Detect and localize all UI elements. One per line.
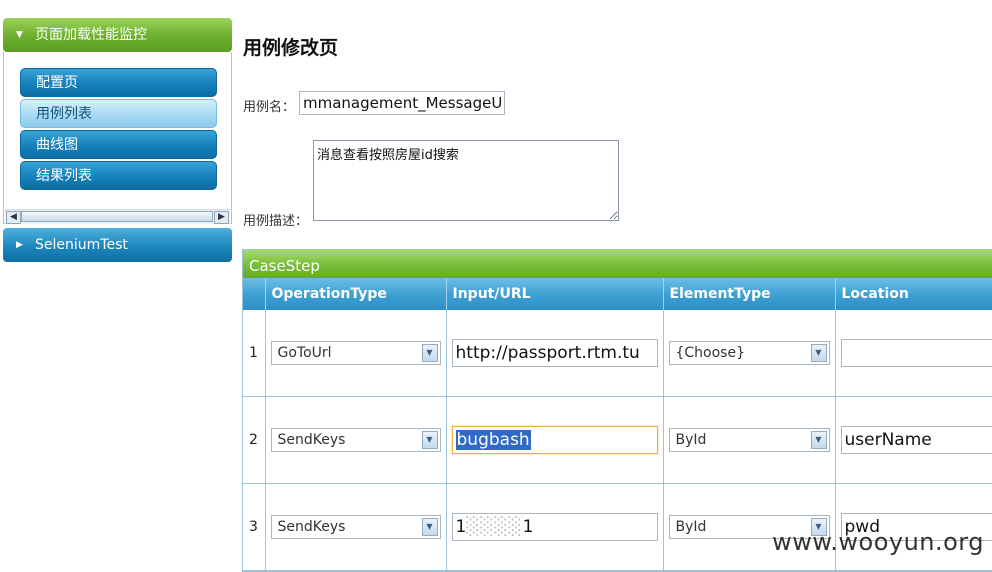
caret-right-icon: ▶ <box>16 228 23 262</box>
chevron-down-icon[interactable]: ▼ <box>811 344 827 362</box>
row-number: 3 <box>243 484 265 571</box>
sidebar-item-results[interactable]: 结果列表 <box>20 161 217 190</box>
watermark: www.wooyun.org <box>772 528 984 556</box>
select-value: GoToUrl <box>278 345 332 361</box>
accordion-panel: 配置页 用例列表 曲线图 结果列表 ◀ ▶ <box>3 52 232 224</box>
sidebar-item-case-list[interactable]: 用例列表 <box>20 99 217 128</box>
table-row: 2 SendKeys ▼ bugbash ById ▼ userName <box>243 397 992 484</box>
case-name-input[interactable] <box>299 91 505 115</box>
caret-down-icon: ▼ <box>16 18 23 52</box>
accordion-title: 页面加载性能监控 <box>35 27 147 43</box>
select-value: SendKeys <box>278 432 346 448</box>
col-header-location[interactable]: Location <box>835 278 992 310</box>
operation-select[interactable]: SendKeys ▼ <box>271 515 441 539</box>
location-field[interactable]: userName <box>841 426 992 454</box>
col-header-element-type[interactable]: ElementType <box>663 278 835 310</box>
page-title: 用例修改页 <box>243 33 338 60</box>
chevron-down-icon[interactable]: ▼ <box>422 431 438 449</box>
chevron-down-icon[interactable]: ▼ <box>811 431 827 449</box>
input-url-field[interactable]: bugbash <box>452 426 658 454</box>
selected-text: bugbash <box>456 430 531 450</box>
select-value: ById <box>676 432 707 448</box>
select-value: ById <box>676 519 707 535</box>
table-header-row: OperationType Input/URL ElementType Loca… <box>243 278 992 310</box>
horizontal-scrollbar[interactable]: ◀ ▶ <box>5 209 230 224</box>
input-url-field[interactable]: 1░░░░1 <box>452 513 658 541</box>
case-name-label: 用例名： <box>243 96 295 115</box>
select-value: {Choose} <box>676 345 746 361</box>
row-number: 2 <box>243 397 265 484</box>
redacted-text: ░░░░ <box>466 517 522 537</box>
element-type-select[interactable]: ById ▼ <box>669 428 830 452</box>
location-field[interactable] <box>841 339 992 367</box>
row-number: 1 <box>243 310 265 397</box>
scroll-thumb[interactable] <box>21 211 213 222</box>
grid-caption: CaseStep <box>243 250 992 278</box>
select-value: SendKeys <box>278 519 346 535</box>
table-row: 3 SendKeys▼ 1░░░░1 ById▼ pwd <box>243 484 992 571</box>
accordion-header-selenium[interactable]: ▶ SeleniumTest <box>3 228 232 262</box>
sidebar-item-chart[interactable]: 曲线图 <box>20 130 217 159</box>
case-desc-textarea[interactable]: 消息查看按照房屋id搜索 <box>313 140 619 221</box>
accordion-header-performance[interactable]: ▼ 页面加载性能监控 <box>3 18 232 52</box>
col-header-input[interactable]: Input/URL <box>446 278 663 310</box>
accordion-title: SeleniumTest <box>35 237 128 253</box>
scroll-left-icon[interactable]: ◀ <box>6 211 21 224</box>
operation-select[interactable]: GoToUrl ▼ <box>271 341 441 365</box>
col-header-operation[interactable]: OperationType <box>265 278 446 310</box>
operation-select[interactable]: SendKeys ▼ <box>271 428 441 452</box>
col-header-num <box>243 278 265 310</box>
input-url-field[interactable]: http://passport.rtm.tu <box>452 339 658 367</box>
chevron-down-icon[interactable]: ▼ <box>422 518 438 536</box>
input-prefix: 1 <box>456 517 467 537</box>
chevron-down-icon[interactable]: ▼ <box>422 344 438 362</box>
case-desc-label: 用例描述： <box>243 210 308 229</box>
sidebar-item-config[interactable]: 配置页 <box>20 68 217 97</box>
table-row: 1 GoToUrl ▼ http://passport.rtm.tu {Choos… <box>243 310 992 397</box>
scroll-right-icon[interactable]: ▶ <box>214 211 229 224</box>
element-type-select[interactable]: {Choose} ▼ <box>669 341 830 365</box>
input-suffix: 1 <box>523 517 534 537</box>
case-step-grid: CaseStep OperationType Input/URL Element… <box>242 249 992 572</box>
